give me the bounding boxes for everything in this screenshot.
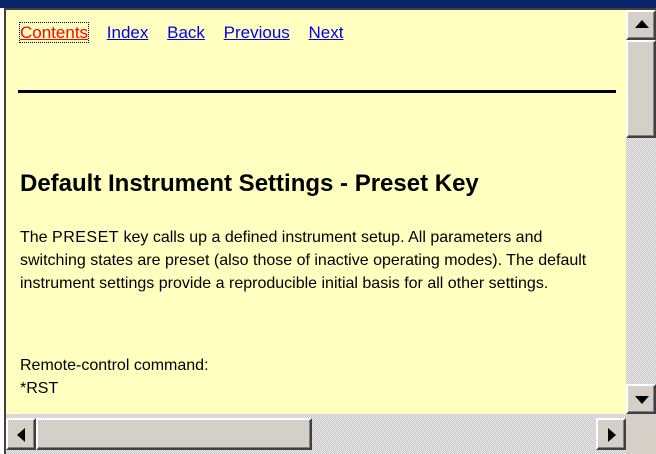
nav-bar: Contents Index Back Previous Next bbox=[18, 22, 357, 44]
help-window: Contents Index Back Previous Next Defaul… bbox=[0, 0, 656, 454]
scrollbar-corner bbox=[626, 414, 656, 454]
scroll-left-button[interactable] bbox=[6, 418, 36, 450]
help-content-pane[interactable]: Contents Index Back Previous Next Defaul… bbox=[6, 10, 626, 414]
right-arrow-icon bbox=[608, 428, 616, 442]
up-arrow-icon bbox=[635, 20, 649, 28]
para-intro: The bbox=[20, 229, 53, 246]
remote-control-block: Remote-control command: *RST bbox=[20, 354, 209, 400]
remote-control-label: Remote-control command: bbox=[20, 357, 209, 374]
down-arrow-icon bbox=[635, 396, 649, 404]
next-link[interactable]: Next bbox=[309, 23, 344, 42]
scroll-down-button[interactable] bbox=[626, 384, 656, 414]
left-arrow-icon bbox=[17, 428, 25, 442]
horizontal-scrollbar[interactable] bbox=[6, 414, 626, 454]
remote-control-command: *RST bbox=[20, 380, 59, 397]
back-link[interactable]: Back bbox=[167, 23, 205, 42]
vertical-scrollbar[interactable] bbox=[626, 10, 656, 414]
title-bar-edge bbox=[0, 0, 656, 8]
vertical-scroll-thumb[interactable] bbox=[626, 40, 656, 138]
previous-link[interactable]: Previous bbox=[224, 23, 290, 42]
index-link[interactable]: Index bbox=[107, 23, 149, 42]
description-paragraph: The PRESET key calls up a defined instru… bbox=[20, 226, 610, 295]
preset-key-label: PRESET bbox=[52, 229, 120, 246]
horizontal-rule bbox=[18, 90, 616, 93]
scroll-up-button[interactable] bbox=[626, 10, 656, 40]
page-title: Default Instrument Settings - Preset Key bbox=[20, 170, 479, 197]
horizontal-scroll-thumb[interactable] bbox=[36, 418, 312, 450]
contents-link[interactable]: Contents bbox=[18, 22, 90, 43]
scroll-right-button[interactable] bbox=[596, 418, 626, 450]
